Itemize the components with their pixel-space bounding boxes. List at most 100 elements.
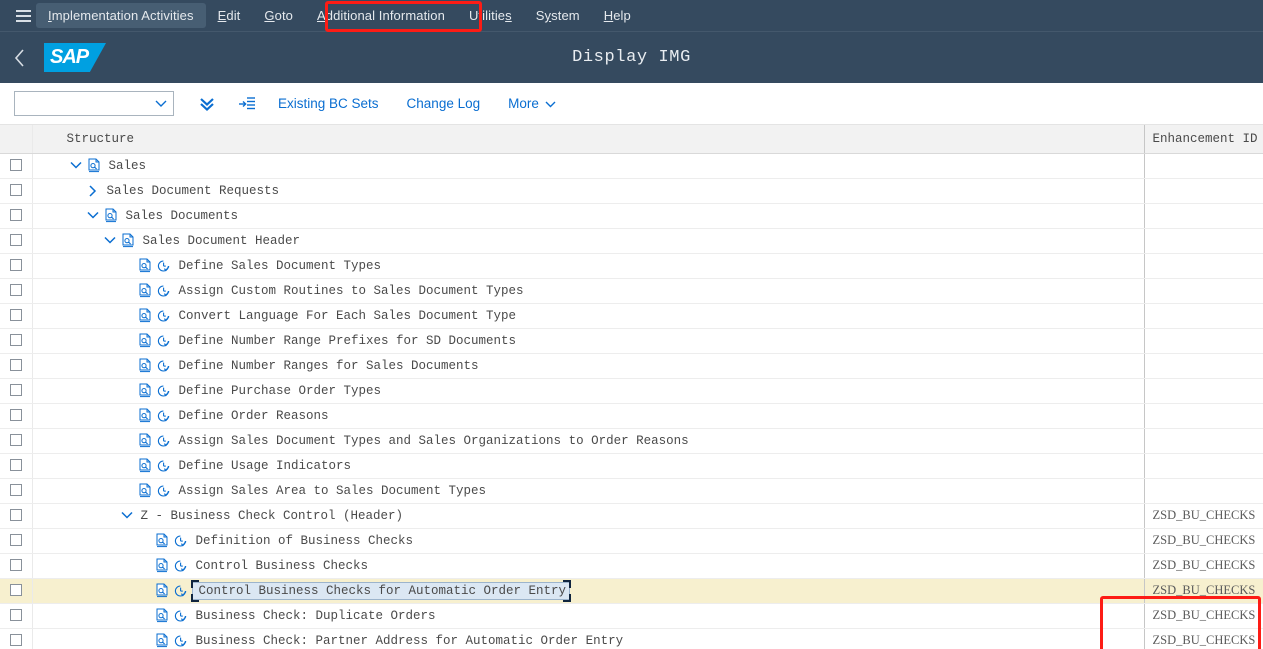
row-checkbox[interactable] [9, 184, 22, 197]
activity-clock-icon[interactable] [174, 583, 189, 598]
row-checkbox[interactable] [9, 159, 22, 172]
more-button[interactable]: More [494, 90, 570, 117]
menu-item-implementation-activities[interactable]: Implementation Activities [36, 3, 206, 28]
table-row[interactable]: Definition of Business Checks ZSD_BU_CHEC… [0, 528, 1263, 554]
activity-clock-icon[interactable] [157, 358, 172, 373]
row-checkbox-cell[interactable] [0, 428, 33, 454]
row-checkbox-cell[interactable] [0, 203, 33, 229]
structure-cell[interactable]: Assign Custom Routines to Sales Document… [32, 278, 1144, 304]
back-chevron-icon[interactable] [0, 32, 40, 84]
activity-clock-icon[interactable] [157, 333, 172, 348]
img-document-icon[interactable] [138, 383, 153, 398]
row-checkbox-cell[interactable] [0, 603, 33, 629]
row-checkbox[interactable] [9, 309, 22, 322]
structure-cell[interactable]: Convert Language For Each Sales Document… [32, 303, 1144, 329]
img-document-icon[interactable] [104, 208, 119, 223]
row-checkbox-cell[interactable] [0, 353, 33, 379]
structure-cell[interactable]: Sales [32, 153, 1144, 179]
structure-cell[interactable]: Define Number Ranges for Sales Documents [32, 353, 1144, 379]
activity-clock-icon[interactable] [174, 558, 189, 573]
activity-clock-icon[interactable] [157, 483, 172, 498]
row-checkbox-cell[interactable] [0, 153, 33, 179]
table-row[interactable]: Sales Document Header [0, 228, 1263, 254]
row-checkbox-cell[interactable] [0, 478, 33, 504]
img-document-icon[interactable] [138, 483, 153, 498]
activity-clock-icon[interactable] [157, 433, 172, 448]
menu-item-system[interactable]: System [524, 3, 592, 28]
chevron-right-icon[interactable] [86, 184, 100, 198]
column-header-enhancement-id[interactable]: Enhancement ID [1143, 125, 1263, 154]
activity-clock-icon[interactable] [174, 533, 189, 548]
row-checkbox-cell[interactable] [0, 453, 33, 479]
chevron-down-icon[interactable] [86, 209, 100, 223]
structure-cell[interactable]: Define Sales Document Types [32, 253, 1144, 279]
existing-bc-sets-button[interactable]: Existing BC Sets [264, 90, 393, 117]
row-checkbox-cell[interactable] [0, 378, 33, 404]
structure-cell[interactable]: Define Order Reasons [32, 403, 1144, 429]
row-checkbox[interactable] [9, 534, 22, 547]
table-row[interactable]: Define Sales Document Types [0, 253, 1263, 279]
row-checkbox[interactable] [9, 459, 22, 472]
structure-cell[interactable]: Assign Sales Area to Sales Document Type… [32, 478, 1144, 504]
row-checkbox-cell[interactable] [0, 578, 33, 604]
activity-clock-icon[interactable] [157, 308, 172, 323]
activity-clock-icon[interactable] [157, 258, 172, 273]
img-document-icon[interactable] [138, 258, 153, 273]
row-checkbox-cell[interactable] [0, 278, 33, 304]
row-checkbox-cell[interactable] [0, 553, 33, 579]
img-document-icon[interactable] [138, 308, 153, 323]
structure-cell[interactable]: Business Check: Duplicate Orders [32, 603, 1144, 629]
activity-clock-icon[interactable] [174, 608, 189, 623]
expand-all-icon[interactable] [190, 87, 224, 121]
table-row[interactable]: Assign Sales Document Types and Sales Or… [0, 428, 1263, 454]
change-log-button[interactable]: Change Log [393, 90, 495, 117]
img-document-icon[interactable] [138, 333, 153, 348]
table-row[interactable]: Assign Custom Routines to Sales Document… [0, 278, 1263, 304]
table-row[interactable]: Sales Documents [0, 203, 1263, 229]
table-row[interactable]: Define Number Range Prefixes for SD Docu… [0, 328, 1263, 354]
img-document-icon[interactable] [87, 158, 102, 173]
structure-cell[interactable]: Define Usage Indicators [32, 453, 1144, 479]
row-checkbox-cell[interactable] [0, 178, 33, 204]
table-row[interactable]: Z - Business Check Control (Header) ZSD_B… [0, 503, 1263, 529]
structure-cell[interactable]: Control Business Checks for Automatic Or… [32, 578, 1144, 604]
img-document-icon[interactable] [155, 533, 170, 548]
structure-cell[interactable]: Sales Document Header [32, 228, 1144, 254]
table-row[interactable]: Business Check: Duplicate Orders ZSD_BU_C… [0, 603, 1263, 629]
row-checkbox[interactable] [9, 434, 22, 447]
row-checkbox-cell[interactable] [0, 503, 33, 529]
row-checkbox[interactable] [9, 334, 22, 347]
row-checkbox[interactable] [9, 484, 22, 497]
row-checkbox[interactable] [9, 384, 22, 397]
column-header-structure[interactable]: Structure [32, 125, 1144, 154]
structure-cell[interactable]: Definition of Business Checks [32, 528, 1144, 554]
chevron-down-icon[interactable] [103, 234, 117, 248]
img-document-icon[interactable] [155, 583, 170, 598]
img-document-icon[interactable] [138, 408, 153, 423]
table-row[interactable]: Sales [0, 153, 1263, 179]
chevron-down-icon[interactable] [69, 159, 83, 173]
img-document-icon[interactable] [155, 633, 170, 648]
row-checkbox-cell[interactable] [0, 228, 33, 254]
img-document-icon[interactable] [138, 458, 153, 473]
row-checkbox-cell[interactable] [0, 303, 33, 329]
table-row[interactable]: Assign Sales Area to Sales Document Type… [0, 478, 1263, 504]
row-checkbox[interactable] [9, 609, 22, 622]
structure-cell[interactable]: Sales Document Requests [32, 178, 1144, 204]
activity-clock-icon[interactable] [157, 458, 172, 473]
chevron-down-icon[interactable] [120, 509, 134, 523]
table-row[interactable]: Control Business Checks ZSD_BU_CHECKS [0, 553, 1263, 579]
table-row[interactable]: Define Usage Indicators [0, 453, 1263, 479]
variant-select[interactable] [14, 91, 174, 116]
row-checkbox[interactable] [9, 359, 22, 372]
row-checkbox-cell[interactable] [0, 528, 33, 554]
structure-cell[interactable]: Z - Business Check Control (Header) [32, 503, 1144, 529]
row-checkbox-cell[interactable] [0, 403, 33, 429]
img-document-icon[interactable] [121, 233, 136, 248]
row-checkbox[interactable] [9, 559, 22, 572]
row-checkbox[interactable] [9, 584, 22, 597]
img-document-icon[interactable] [155, 558, 170, 573]
img-document-icon[interactable] [138, 433, 153, 448]
menu-item-utilities[interactable]: Utilities [457, 3, 524, 28]
menu-item-additional-information[interactable]: Additional Information [305, 3, 457, 28]
